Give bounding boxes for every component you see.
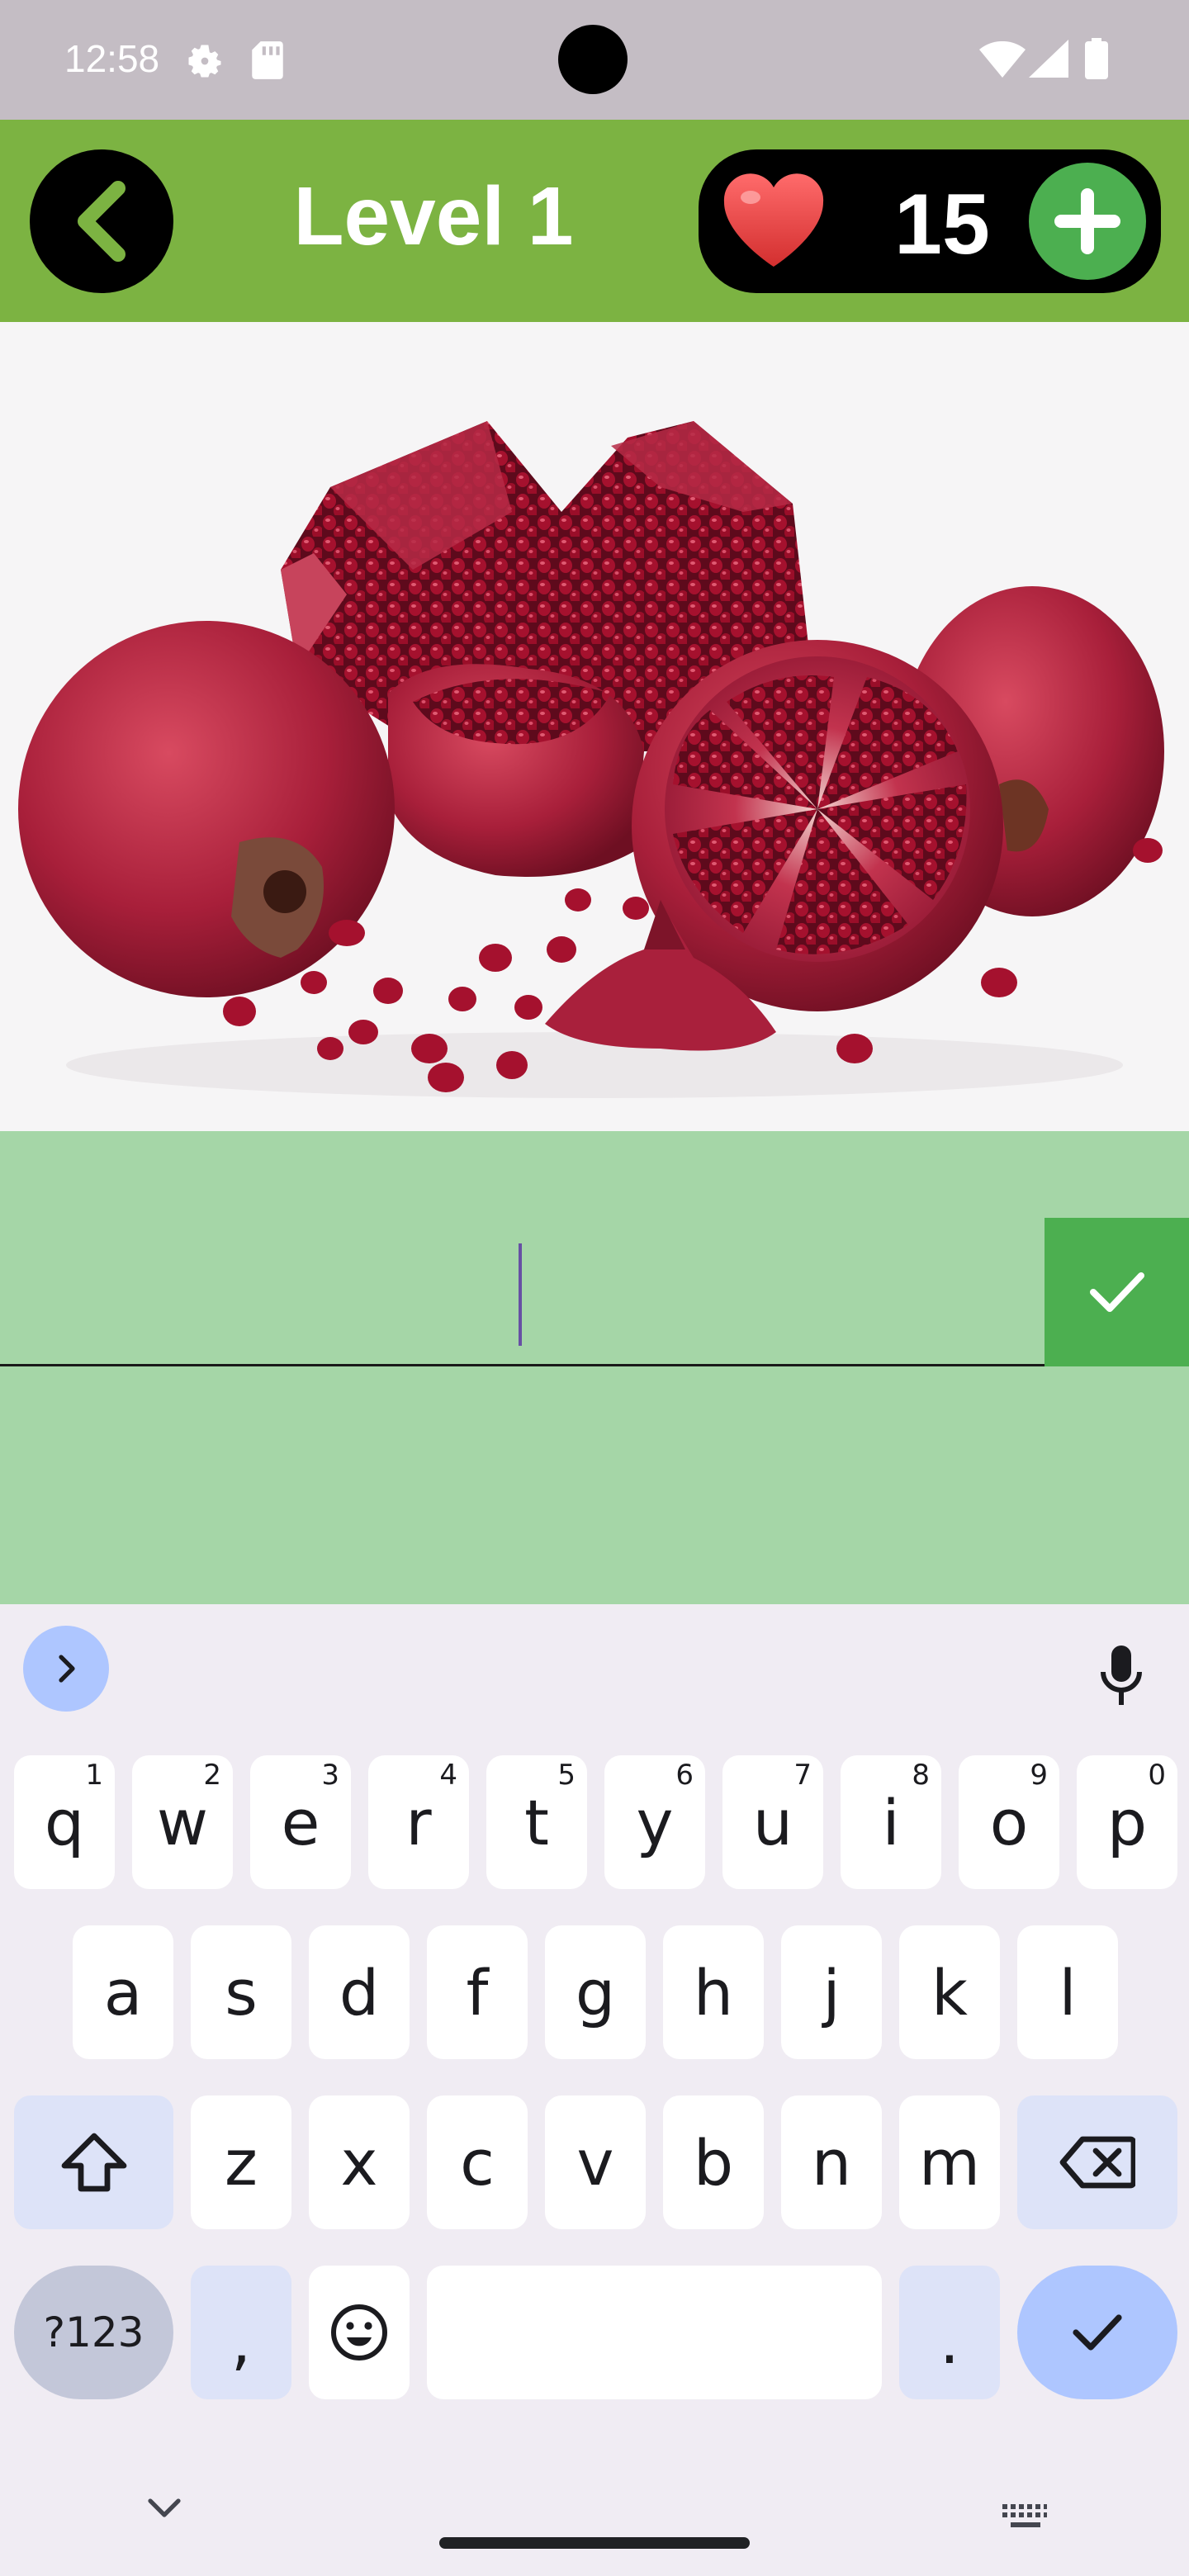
key-f[interactable]: f (427, 1925, 528, 2059)
camera-cutout (558, 25, 628, 94)
level-title: Level 1 (293, 170, 574, 263)
key-l[interactable]: l (1017, 1925, 1118, 2059)
key-x[interactable]: x (309, 2095, 410, 2229)
shift-icon (61, 2133, 126, 2192)
comma-key[interactable]: , (191, 2266, 291, 2399)
microphone-icon[interactable] (1098, 1644, 1144, 1707)
status-time: 12:58 (64, 37, 160, 80)
key-r[interactable]: r4 (368, 1755, 469, 1889)
emoji-key[interactable] (309, 2266, 410, 2399)
shift-key[interactable] (14, 2095, 173, 2229)
puzzle-image (0, 322, 1189, 1131)
key-t[interactable]: t5 (486, 1755, 587, 1889)
key-z[interactable]: z (191, 2095, 291, 2229)
answer-area (0, 1131, 1189, 1604)
key-d[interactable]: d (309, 1925, 410, 2059)
key-h[interactable]: h (663, 1925, 764, 2059)
key-a[interactable]: a (73, 1925, 173, 2059)
wifi-icon (979, 41, 1026, 78)
text-cursor (519, 1243, 522, 1346)
back-button[interactable] (30, 149, 173, 293)
battery-icon (1085, 38, 1108, 79)
key-s[interactable]: s (191, 1925, 291, 2059)
key-c[interactable]: c (427, 2095, 528, 2229)
key-n[interactable]: n (781, 2095, 882, 2229)
key-m[interactable]: m (899, 2095, 1000, 2229)
signal-icon (1029, 40, 1068, 78)
key-w[interactable]: w2 (132, 1755, 233, 1889)
keyboard-toolbar-toggle[interactable] (23, 1626, 109, 1712)
answer-input[interactable] (0, 1218, 1045, 1366)
sd-card-icon (252, 41, 283, 79)
keyboard-switch-icon[interactable] (1001, 2503, 1049, 2531)
space-key[interactable] (427, 2266, 882, 2399)
key-b[interactable]: b (663, 2095, 764, 2229)
soft-keyboard: q1 w2 e3 r4 t5 y6 u7 i8 o9 p0 a s d f g … (0, 1604, 1189, 2576)
emoji-icon (331, 2304, 387, 2361)
backspace-key[interactable] (1017, 2095, 1177, 2229)
key-e[interactable]: e3 (250, 1755, 351, 1889)
key-k[interactable]: k (899, 1925, 1000, 2059)
add-lives-button[interactable] (1029, 163, 1146, 280)
checkmark-icon (1073, 2314, 1122, 2351)
key-q[interactable]: q1 (14, 1755, 115, 1889)
key-v[interactable]: v (545, 2095, 646, 2229)
lives-count: 15 (894, 177, 990, 272)
back-arrow-icon (78, 181, 126, 262)
key-g[interactable]: g (545, 1925, 646, 2059)
pomegranate-photo (18, 421, 1164, 1098)
key-u[interactable]: u7 (722, 1755, 823, 1889)
symbols-key[interactable]: ?123 (14, 2266, 173, 2399)
heart-icon (723, 173, 824, 267)
home-indicator[interactable] (439, 2537, 750, 2549)
settings-icon (188, 45, 221, 78)
lives-counter: 15 (699, 149, 1161, 293)
key-j[interactable]: j (781, 1925, 882, 2059)
key-i[interactable]: i8 (841, 1755, 941, 1889)
period-key[interactable]: . (899, 2266, 1000, 2399)
chevron-right-icon (59, 1655, 75, 1683)
app-header: Level 1 15 (0, 120, 1189, 322)
submit-answer-button[interactable] (1045, 1218, 1189, 1366)
enter-key[interactable] (1017, 2266, 1177, 2399)
plus-icon (1054, 188, 1120, 254)
key-y[interactable]: y6 (604, 1755, 705, 1889)
status-bar: 12:58 (0, 0, 1189, 120)
backspace-icon (1059, 2136, 1135, 2189)
key-p[interactable]: p0 (1077, 1755, 1177, 1889)
hide-keyboard-icon[interactable] (145, 2496, 183, 2521)
key-o[interactable]: o9 (959, 1755, 1059, 1889)
checkmark-icon (1089, 1272, 1144, 1312)
